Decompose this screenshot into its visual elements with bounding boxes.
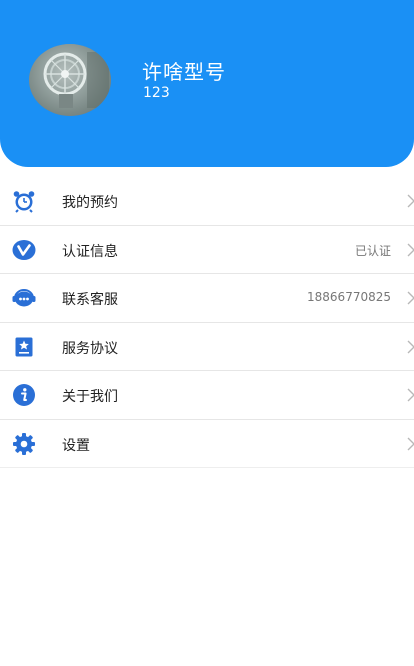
menu-item-service-agreement[interactable]: 服务协议 [0, 323, 414, 371]
menu-item-label: 关于我们 [62, 389, 118, 405]
menu-item-certification[interactable]: 认证信息 已认证 [0, 226, 414, 274]
menu-item-label: 联系客服 [62, 292, 118, 308]
certification-status: 已认证 [354, 243, 391, 258]
menu-item-settings[interactable]: 设置 [0, 420, 414, 468]
alarm-clock-icon [12, 189, 36, 213]
menu-item-label: 服务协议 [62, 340, 118, 357]
menu-item-label: 认证信息 [62, 243, 118, 260]
agreement-icon [12, 335, 36, 359]
info-icon [12, 383, 36, 407]
user-name: 许啥型号 [142, 60, 226, 84]
chevron-right-icon [406, 290, 414, 306]
menu-item-about-us[interactable]: 关于我们 [0, 371, 414, 420]
menu-item-customer-service[interactable]: 联系客服 18866770825 [0, 274, 414, 323]
chevron-right-icon [406, 193, 414, 209]
menu-item-label: 设置 [62, 437, 90, 454]
user-id: 123 [143, 85, 170, 101]
profile-header: 许啥型号 123 [0, 0, 414, 167]
gear-icon [12, 432, 36, 456]
chevron-right-icon [406, 339, 414, 355]
service-phone: 18866770825 [307, 290, 391, 304]
menu-item-my-appointments[interactable]: 我的预约 [0, 177, 414, 226]
avatar[interactable] [29, 44, 111, 116]
chevron-right-icon [406, 242, 414, 258]
chevron-right-icon [406, 436, 414, 452]
customer-service-icon [12, 286, 36, 310]
menu-item-label: 我的预约 [62, 195, 118, 211]
settings-menu: 我的预约 认证信息 已认证 联系客服 18866770825 服务协议 关于我们… [0, 177, 414, 468]
verified-v-icon [12, 238, 36, 262]
chevron-right-icon [406, 387, 414, 403]
